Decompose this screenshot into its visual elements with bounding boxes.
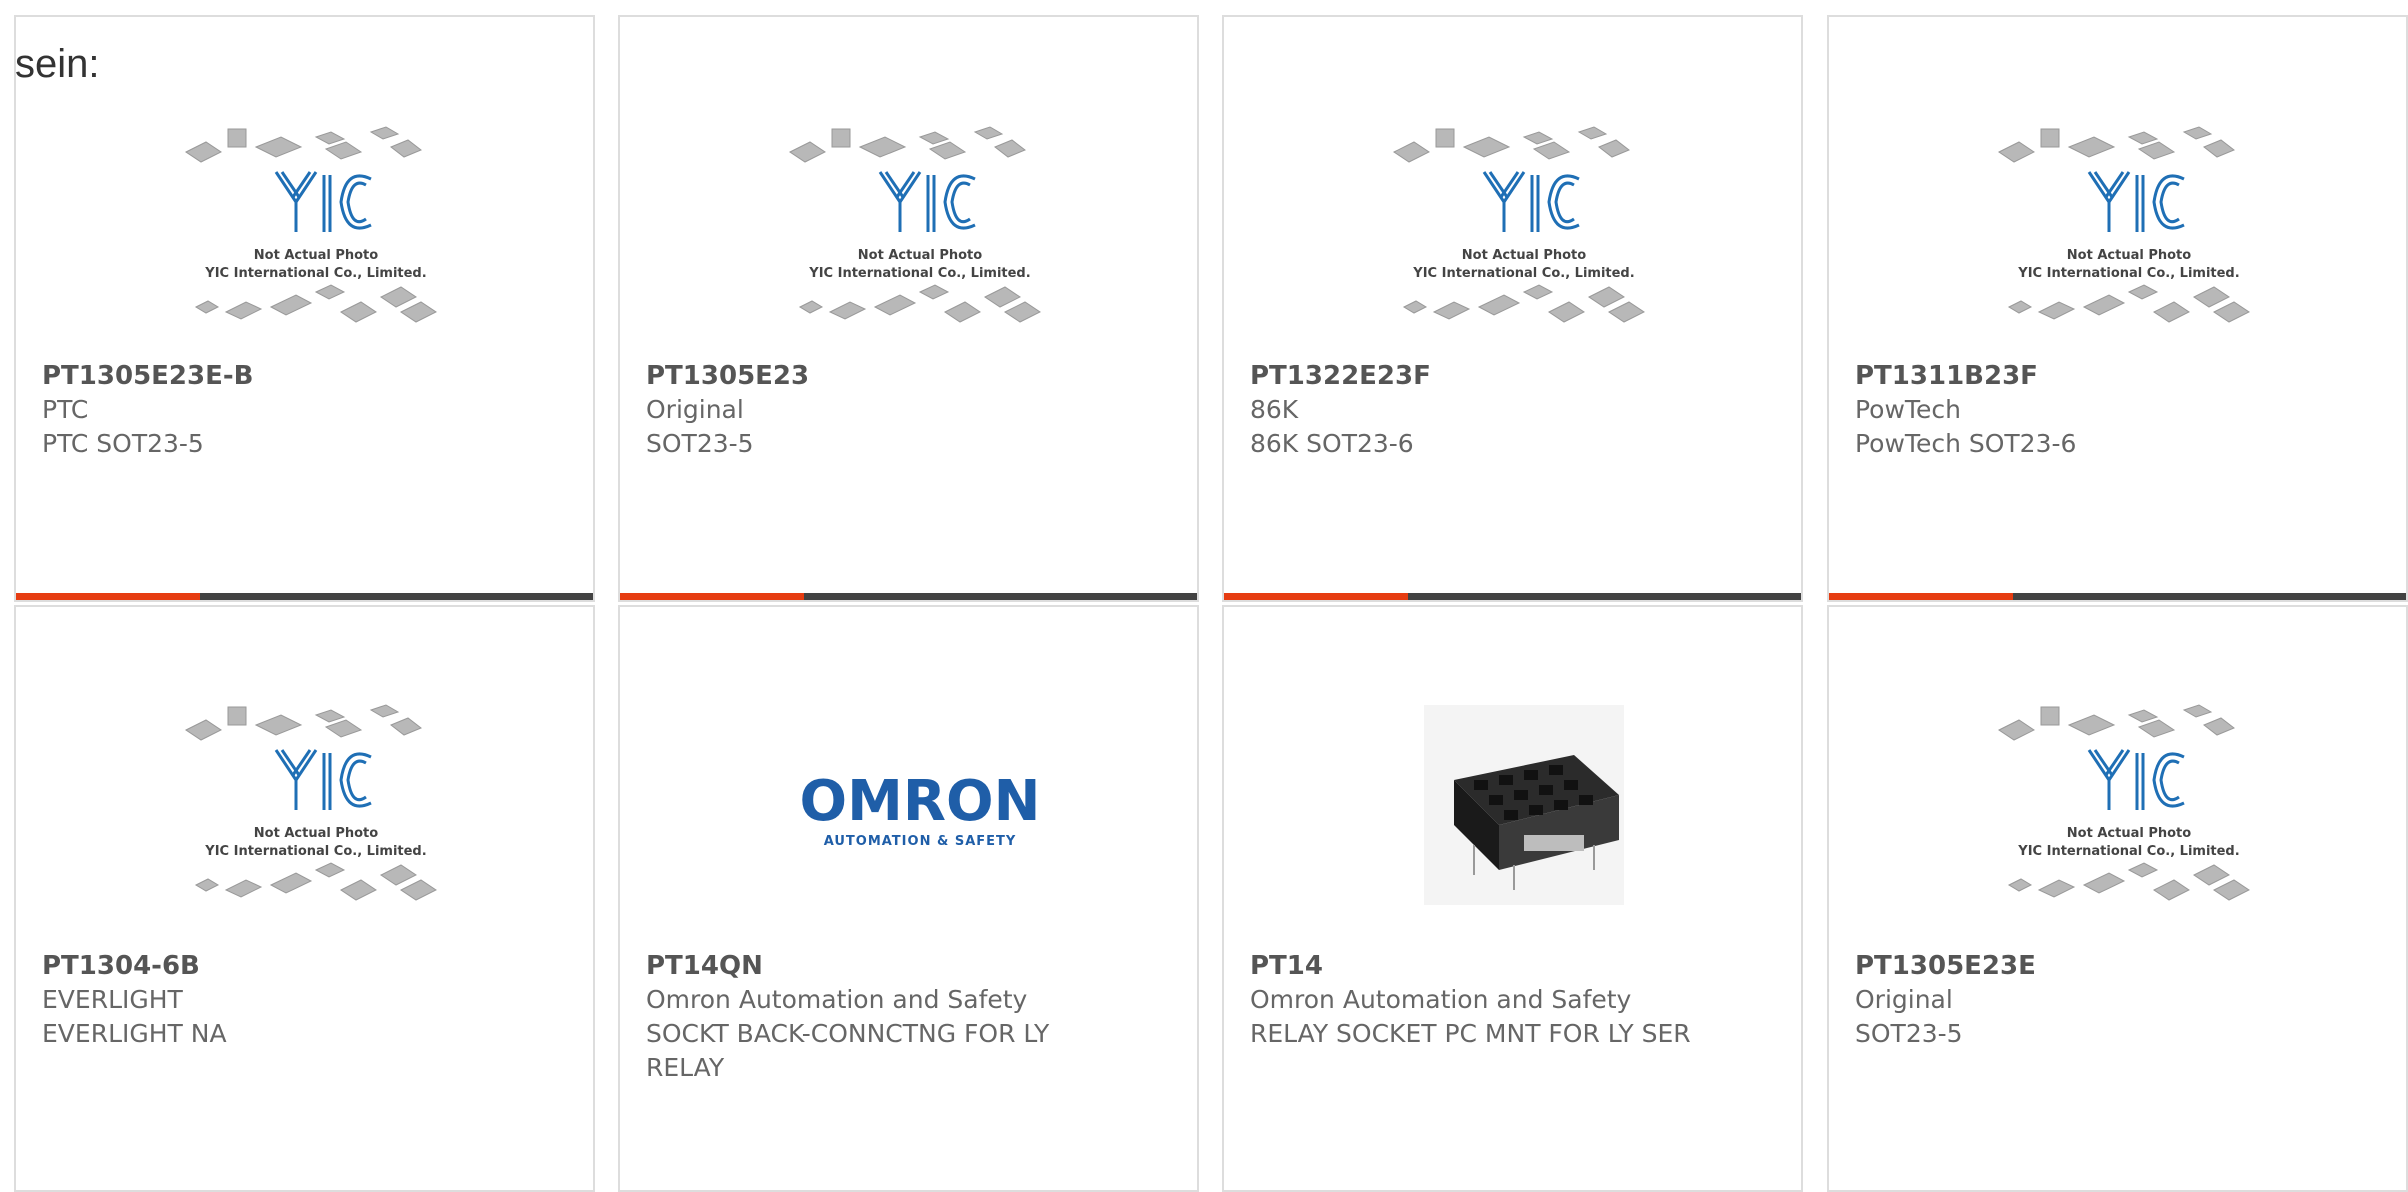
omron-logo-image: OMRON AUTOMATION & SAFETY (800, 769, 1041, 849)
card-bottom-bar (16, 593, 593, 600)
part-number[interactable]: PT14QN (646, 949, 1177, 983)
description: PowTech SOT23-6 (1855, 429, 2077, 458)
description: SOT23-5 (1855, 1019, 1963, 1048)
intro-text: sein: (15, 42, 100, 86)
manufacturer: PowTech (1855, 395, 1961, 424)
product-card[interactable]: PT14 Omron Automation and Safety RELAY S… (1222, 605, 1803, 1192)
product-card[interactable]: Not Actual Photo YIC International Co., … (14, 605, 595, 1192)
card-bottom-bar (620, 593, 1197, 600)
part-number[interactable]: PT1305E23E-B (42, 359, 573, 393)
card-bottom-bar (1829, 593, 2406, 600)
product-card[interactable]: Not Actual Photo YIC International Co., … (1222, 15, 1803, 602)
product-image: OMRON AUTOMATION & SAFETY (770, 685, 1070, 925)
product-image: Not Actual Photo YIC International Co., … (166, 107, 466, 347)
product-image: Not Actual Photo YIC International Co., … (1374, 107, 1674, 347)
product-grid: Not Actual Photo YIC International Co., … (0, 0, 2408, 1192)
product-card[interactable]: Not Actual Photo YIC International Co., … (1827, 15, 2408, 602)
part-number[interactable]: PT1305E23 (646, 359, 1177, 393)
part-number[interactable]: PT1305E23E (1855, 949, 2386, 983)
placeholder-caption-1: Not Actual Photo (2067, 826, 2191, 841)
placeholder-caption-1: Not Actual Photo (2067, 248, 2191, 263)
manufacturer: Omron Automation and Safety (1250, 985, 1632, 1014)
manufacturer: EVERLIGHT (42, 985, 183, 1014)
omron-brand: OMRON (800, 769, 1041, 834)
manufacturer: 86K (1250, 395, 1299, 424)
placeholder-caption-2: YIC International Co., Limited. (204, 844, 426, 859)
manufacturer: PTC (42, 395, 89, 424)
product-image: Not Actual Photo YIC International Co., … (1979, 107, 2279, 347)
product-card[interactable]: OMRON AUTOMATION & SAFETY PT14QN Omron A… (618, 605, 1199, 1192)
omron-tagline: AUTOMATION & SAFETY (824, 834, 1017, 849)
product-image: Not Actual Photo YIC International Co., … (1979, 685, 2279, 925)
product-image (1374, 685, 1674, 925)
yic-placeholder-image: Not Actual Photo YIC International Co., … (185, 704, 437, 901)
product-card[interactable]: Not Actual Photo YIC International Co., … (1827, 605, 2408, 1192)
description: SOT23-5 (646, 429, 754, 458)
description: RELAY SOCKET PC MNT FOR LY SER (1250, 1019, 1691, 1048)
yic-placeholder-image: Not Actual Photo YIC International Co., … (185, 126, 437, 323)
placeholder-caption-2: YIC International Co., Limited. (2017, 844, 2239, 859)
placeholder-caption-2: YIC International Co., Limited. (204, 266, 426, 281)
placeholder-caption-2: YIC International Co., Limited. (2017, 266, 2239, 281)
yic-placeholder-image: Not Actual Photo YIC International Co., … (1998, 126, 2250, 323)
product-image: Not Actual Photo YIC International Co., … (770, 107, 1070, 347)
part-number[interactable]: PT1322E23F (1250, 359, 1781, 393)
placeholder-caption-1: Not Actual Photo (858, 248, 982, 263)
description: 86K SOT23-6 (1250, 429, 1414, 458)
part-number[interactable]: PT14 (1250, 949, 1781, 983)
card-bottom-bar (1224, 593, 1801, 600)
description: EVERLIGHT NA (42, 1019, 227, 1048)
placeholder-caption-2: YIC International Co., Limited. (808, 266, 1030, 281)
placeholder-caption-1: Not Actual Photo (1462, 248, 1586, 263)
part-number[interactable]: PT1304-6B (42, 949, 573, 983)
placeholder-caption-2: YIC International Co., Limited. (1412, 266, 1634, 281)
manufacturer: Original (1855, 985, 1953, 1014)
description: SOCKT BACK-CONNCTNG FOR LY RELAY (646, 1019, 1050, 1082)
placeholder-caption-1: Not Actual Photo (254, 826, 378, 841)
product-card[interactable]: Not Actual Photo YIC International Co., … (618, 15, 1199, 602)
description: PTC SOT23-5 (42, 429, 204, 458)
part-number[interactable]: PT1311B23F (1855, 359, 2386, 393)
yic-placeholder-image: Not Actual Photo YIC International Co., … (789, 126, 1041, 323)
placeholder-caption-1: Not Actual Photo (254, 248, 378, 263)
yic-placeholder-image: Not Actual Photo YIC International Co., … (1998, 704, 2250, 901)
relay-socket-photo (1424, 705, 1624, 905)
product-image: Not Actual Photo YIC International Co., … (166, 685, 466, 925)
product-card[interactable]: Not Actual Photo YIC International Co., … (14, 15, 595, 602)
yic-placeholder-image: Not Actual Photo YIC International Co., … (1393, 126, 1645, 323)
manufacturer: Original (646, 395, 744, 424)
manufacturer: Omron Automation and Safety (646, 985, 1028, 1014)
